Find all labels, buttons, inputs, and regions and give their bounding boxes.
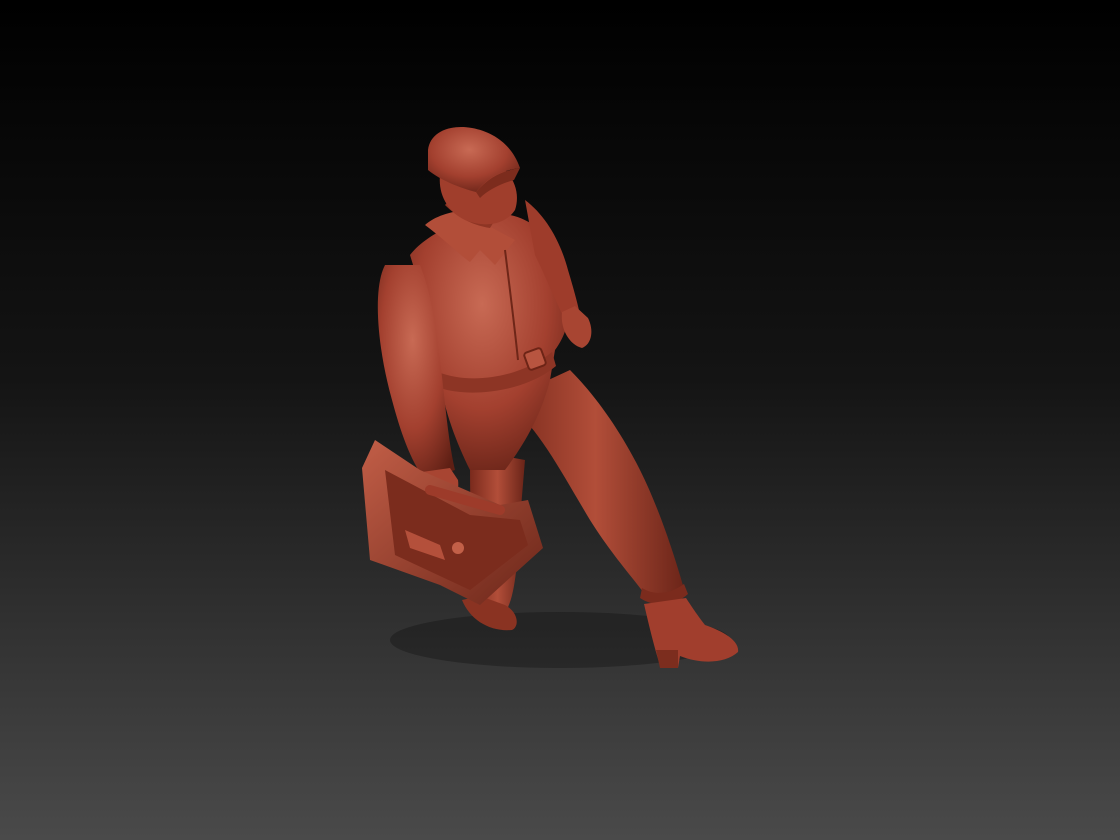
sculpt-viewport[interactable] [0, 0, 1120, 840]
right-hand [561, 306, 592, 348]
boot-heel [656, 650, 678, 668]
toolbox-bolt [452, 542, 464, 554]
sculpted-figure[interactable] [0, 0, 1120, 840]
